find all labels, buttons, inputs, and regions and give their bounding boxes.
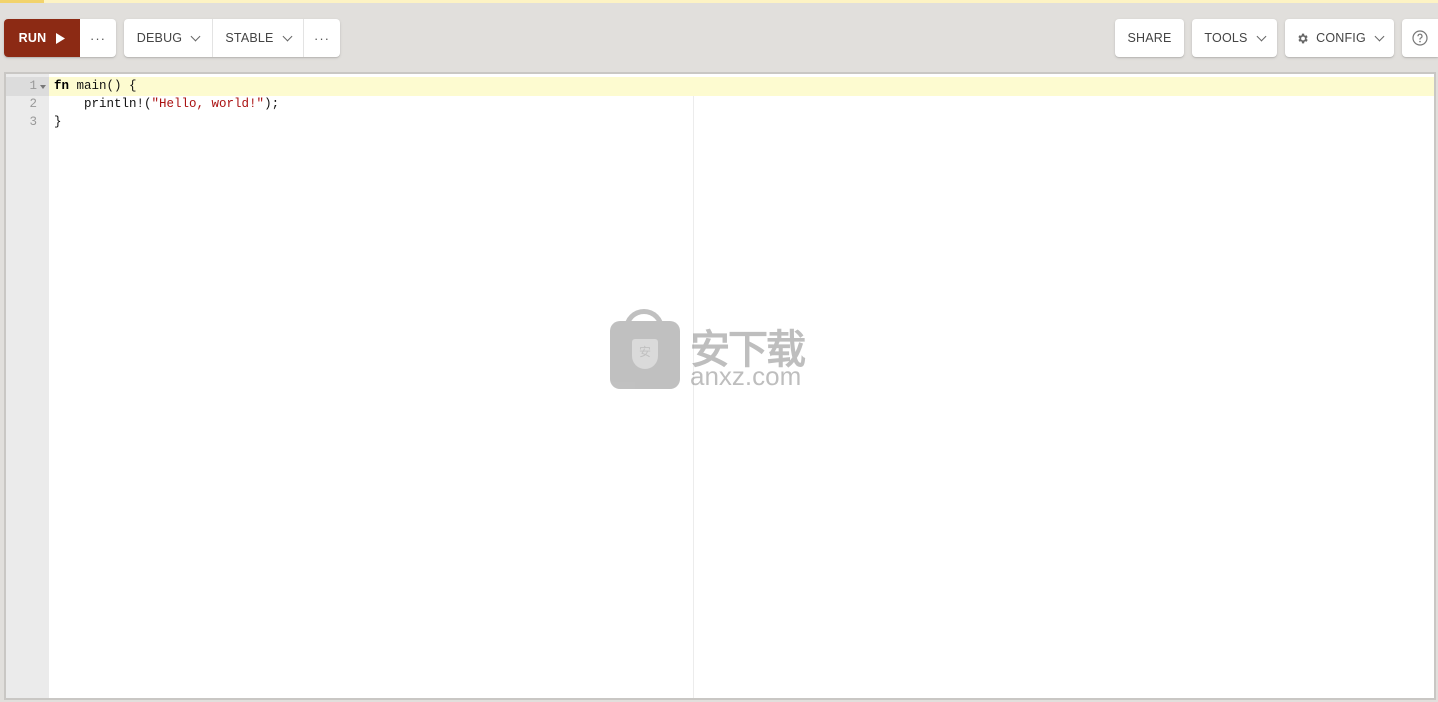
- chevron-down-icon: [1374, 31, 1385, 41]
- mode-dropdown[interactable]: DEBUG: [124, 19, 212, 57]
- run-label: RUN: [18, 31, 47, 45]
- line-number: 3: [29, 115, 37, 129]
- help-icon: [1412, 30, 1428, 46]
- code-text: main() {: [69, 79, 137, 93]
- share-button[interactable]: SHARE: [1115, 19, 1184, 57]
- share-label: SHARE: [1127, 31, 1172, 45]
- watermark: 安 安下载 anxz.com: [610, 309, 830, 391]
- run-group: RUN ···: [4, 19, 116, 57]
- config-dropdown[interactable]: CONFIG: [1285, 19, 1394, 57]
- chevron-down-icon: [1256, 31, 1267, 41]
- code-text: println!(: [84, 97, 152, 111]
- code-line: }: [54, 113, 62, 131]
- line-number: 2: [29, 97, 37, 111]
- chevron-down-icon: [282, 31, 293, 41]
- gear-icon: [1298, 33, 1308, 43]
- fold-toggle-icon[interactable]: [40, 85, 46, 89]
- share-group: SHARE: [1115, 19, 1184, 57]
- ellipsis-icon: ···: [314, 30, 330, 46]
- help-group: [1402, 19, 1438, 57]
- ellipsis-icon: ···: [90, 30, 106, 46]
- line-number: 1: [29, 79, 37, 93]
- watermark-text-en: anxz.com: [690, 361, 802, 391]
- print-margin: [693, 96, 694, 698]
- string-literal: "Hello, world!": [151, 97, 265, 111]
- config-group: CONFIG: [1285, 19, 1394, 57]
- tools-dropdown[interactable]: TOOLS: [1192, 19, 1277, 57]
- help-button[interactable]: [1402, 19, 1438, 57]
- build-options-group: DEBUG STABLE ···: [124, 19, 340, 57]
- top-banner-tab: [0, 0, 44, 3]
- line-number-gutter: [6, 74, 49, 698]
- chevron-down-icon: [190, 31, 201, 41]
- play-icon: [56, 32, 66, 44]
- channel-dropdown[interactable]: STABLE: [212, 19, 303, 57]
- channel-label: STABLE: [225, 31, 274, 45]
- code-text: );: [264, 97, 280, 111]
- tools-group: TOOLS: [1192, 19, 1277, 57]
- run-button[interactable]: RUN: [4, 19, 80, 57]
- top-banner-strip: [0, 0, 1438, 3]
- mode-label: DEBUG: [136, 31, 183, 45]
- keyword: fn: [54, 79, 70, 93]
- toolbar: RUN ··· DEBUG STABLE ··· SHARE TOOLS CON…: [0, 19, 1438, 57]
- watermark-shield-icon: 安: [632, 339, 658, 369]
- config-label: CONFIG: [1316, 31, 1366, 45]
- code-text: }: [54, 115, 62, 129]
- advanced-options-button[interactable]: ···: [303, 19, 340, 57]
- tools-label: TOOLS: [1204, 31, 1248, 45]
- code-line: println!("Hello, world!");: [54, 95, 279, 113]
- active-line-highlight: [6, 77, 1434, 96]
- run-more-button[interactable]: ···: [80, 19, 116, 57]
- code-line: fn main() {: [54, 77, 137, 95]
